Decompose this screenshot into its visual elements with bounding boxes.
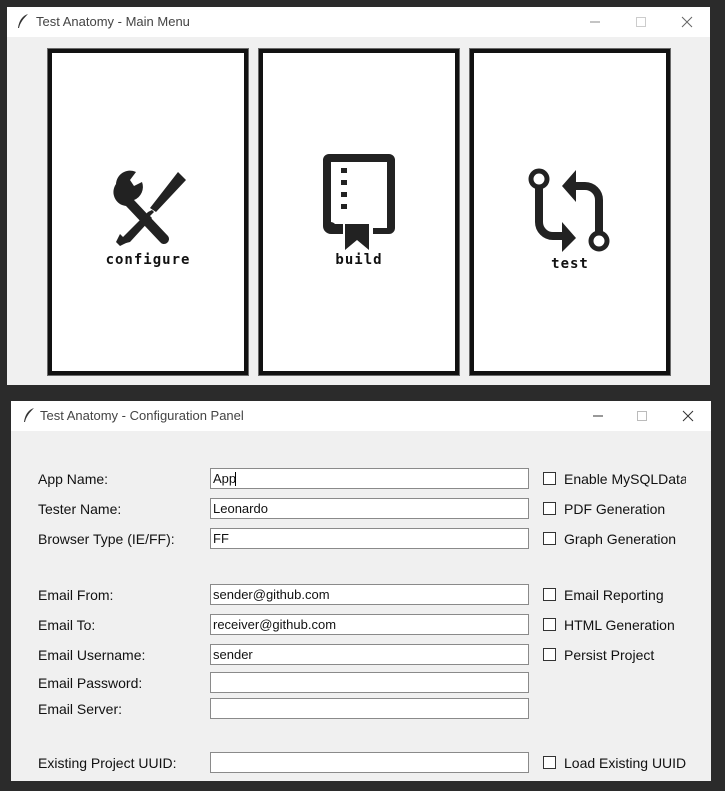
checkbox-box xyxy=(543,648,556,661)
project-uuid-input[interactable] xyxy=(210,752,529,773)
app-name-input[interactable] xyxy=(210,468,529,489)
maximize-button[interactable] xyxy=(618,7,664,37)
mysql-checkbox-label: Enable MySQLDataba xyxy=(564,471,686,487)
window-title: Test Anatomy - Configuration Panel xyxy=(40,408,244,423)
tester-name-label: Tester Name: xyxy=(38,501,122,517)
email-server-input[interactable] xyxy=(210,698,529,719)
book-icon xyxy=(323,154,395,250)
email-from-label: Email From: xyxy=(38,587,114,603)
close-button[interactable] xyxy=(664,7,710,37)
minimize-icon xyxy=(593,415,603,417)
graph-generation-label: Graph Generation xyxy=(564,531,677,547)
checkbox-box xyxy=(543,756,556,769)
checkbox-box xyxy=(543,502,556,515)
close-button[interactable] xyxy=(665,401,711,431)
maximize-button[interactable] xyxy=(619,401,665,431)
feather-icon xyxy=(24,408,34,422)
test-label: test xyxy=(551,256,589,272)
checkbox-box xyxy=(543,618,556,631)
app-name-label: App Name: xyxy=(38,471,109,487)
config-titlebar[interactable]: Test Anatomy - Configuration Panel xyxy=(11,401,711,431)
tools-icon xyxy=(113,170,186,246)
configuration-panel-window: Test Anatomy - Configuration Panel App N… xyxy=(11,401,711,781)
graph-generation-checkbox[interactable]: Graph Generation xyxy=(543,531,676,547)
browser-type-input[interactable] xyxy=(210,528,529,549)
main-titlebar[interactable]: Test Anatomy - Main Menu xyxy=(7,7,710,37)
main-menu-window: Test Anatomy - Main Menu configure build… xyxy=(7,7,710,385)
test-tile-button[interactable]: test xyxy=(470,49,670,375)
build-tile-button[interactable]: build xyxy=(259,49,459,375)
email-username-label: Email Username: xyxy=(38,647,146,663)
load-existing-uuid-checkbox[interactable]: Load Existing UUID xyxy=(543,755,686,771)
email-server-label: Email Server: xyxy=(38,701,123,717)
project-uuid-label: Existing Project UUID: xyxy=(38,755,177,771)
email-password-input[interactable] xyxy=(210,672,529,693)
window-title: Test Anatomy - Main Menu xyxy=(36,14,190,29)
minimize-button[interactable] xyxy=(575,401,621,431)
email-to-input[interactable] xyxy=(210,614,529,635)
email-from-input[interactable] xyxy=(210,584,529,605)
feather-icon xyxy=(18,14,28,28)
maximize-icon xyxy=(636,17,646,27)
build-label: build xyxy=(335,252,383,268)
email-username-input[interactable] xyxy=(210,644,529,665)
persist-project-checkbox[interactable]: Persist Project xyxy=(543,647,654,663)
email-reporting-label: Email Reporting xyxy=(564,587,664,603)
load-existing-uuid-label: Load Existing UUID xyxy=(564,755,687,771)
mysql-checkbox[interactable]: Enable MySQLDataba xyxy=(543,471,686,487)
pdf-generation-label: PDF Generation xyxy=(564,501,666,517)
browser-type-label: Browser Type (IE/FF): xyxy=(38,531,175,547)
configure-label: configure xyxy=(105,252,191,268)
checkbox-box xyxy=(543,532,556,545)
minimize-button[interactable] xyxy=(572,7,618,37)
html-generation-label: HTML Generation xyxy=(564,617,675,633)
pdf-generation-checkbox[interactable]: PDF Generation xyxy=(543,501,665,517)
persist-project-label: Persist Project xyxy=(564,647,655,663)
configure-tile-button[interactable]: configure xyxy=(48,49,248,375)
checkbox-box xyxy=(543,472,556,485)
text-caret xyxy=(235,472,236,486)
checkbox-box xyxy=(543,588,556,601)
maximize-icon xyxy=(637,411,647,421)
email-reporting-checkbox[interactable]: Email Reporting xyxy=(543,587,664,603)
close-icon xyxy=(681,16,693,28)
close-icon xyxy=(682,410,694,422)
pull-request-icon xyxy=(528,168,610,252)
email-password-label: Email Password: xyxy=(38,675,143,691)
email-to-label: Email To: xyxy=(38,617,96,633)
html-generation-checkbox[interactable]: HTML Generation xyxy=(543,617,675,633)
minimize-icon xyxy=(590,21,600,23)
tester-name-input[interactable] xyxy=(210,498,529,519)
